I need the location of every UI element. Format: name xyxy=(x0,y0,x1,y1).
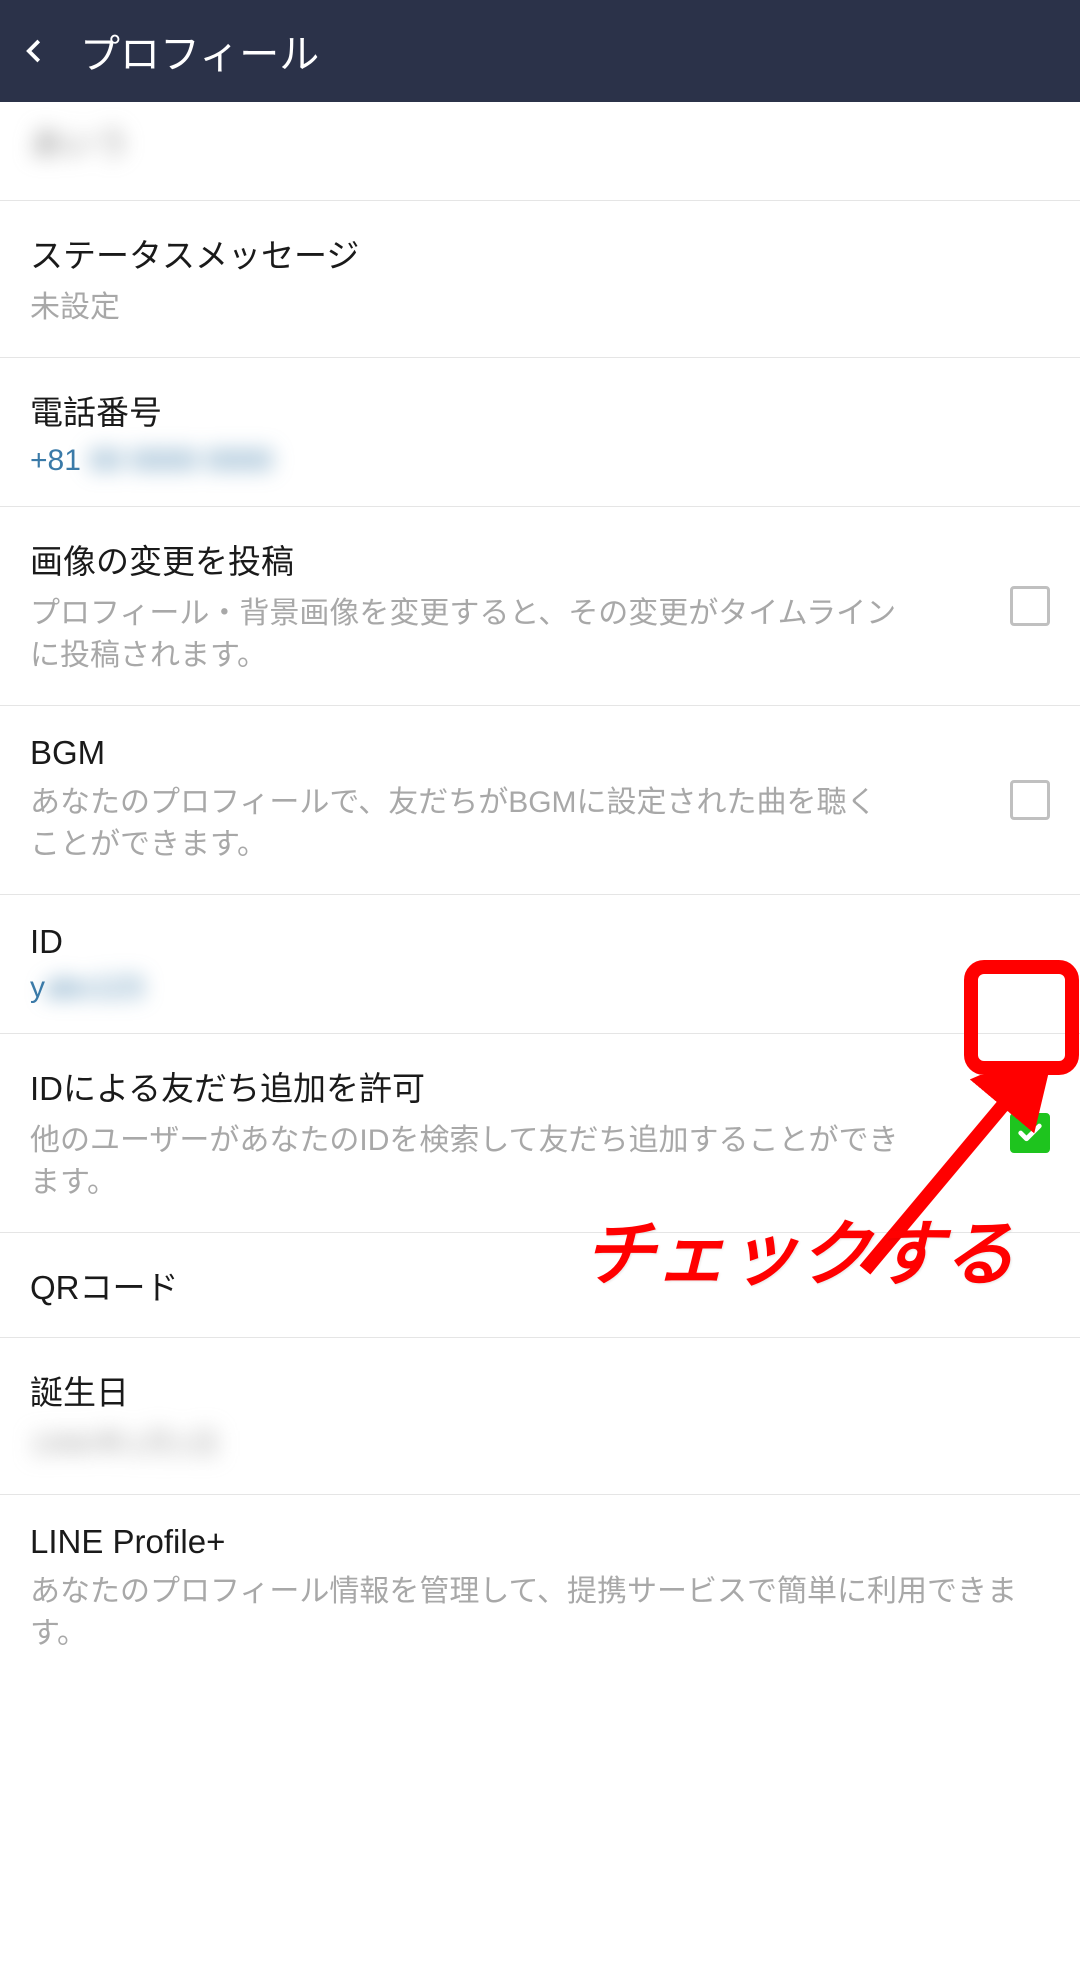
post-image-checkbox[interactable] xyxy=(1010,586,1050,626)
page-title: プロフィール xyxy=(80,22,319,80)
phone-title: 電話番号 xyxy=(30,386,1050,434)
bgm-checkbox[interactable] xyxy=(1010,780,1050,820)
post-image-title: 画像の変更を投稿 xyxy=(30,535,980,583)
bgm-row[interactable]: BGM あなたのプロフィールで、友だちがBGMに設定された曲を聴くことができます… xyxy=(0,706,1080,895)
profile-plus-title: LINE Profile+ xyxy=(30,1523,1050,1561)
blurred-phone: 00 0000 0000 xyxy=(89,444,273,478)
allow-add-checkbox[interactable] xyxy=(1010,1113,1050,1153)
allow-add-subtitle: 他のユーザーがあなたのIDを検索して友だち追加することができます。 xyxy=(30,1120,980,1204)
profile-plus-row[interactable]: LINE Profile+ あなたのプロフィール情報を管理して、提携サービスで簡… xyxy=(0,1495,1080,1683)
id-value: yabc123 xyxy=(30,971,1050,1005)
back-icon[interactable] xyxy=(20,36,50,66)
birthday-value: 1990年1月1日 xyxy=(30,1424,1050,1466)
phone-value: +81 00 0000 0000 xyxy=(30,444,1050,478)
birthday-title: 誕生日 xyxy=(30,1366,1050,1414)
allow-add-title: IDによる友だち追加を許可 xyxy=(30,1062,980,1110)
status-message-row[interactable]: ステータスメッセージ 未設定 xyxy=(0,201,1080,358)
post-image-row[interactable]: 画像の変更を投稿 プロフィール・背景画像を変更すると、その変更がタイムラインに投… xyxy=(0,507,1080,706)
header: プロフィール xyxy=(0,0,1080,102)
bgm-subtitle: あなたのプロフィールで、友だちがBGMに設定された曲を聴くことができます。 xyxy=(30,782,980,866)
phone-row[interactable]: 電話番号 +81 00 0000 0000 xyxy=(0,358,1080,507)
id-title: ID xyxy=(30,923,1050,961)
id-row[interactable]: ID yabc123 xyxy=(0,895,1080,1034)
allow-add-row[interactable]: IDによる友だち追加を許可 他のユーザーがあなたのIDを検索して友だち追加するこ… xyxy=(0,1034,1080,1233)
birthday-row[interactable]: 誕生日 1990年1月1日 xyxy=(0,1338,1080,1495)
profile-plus-subtitle: あなたのプロフィール情報を管理して、提携サービスで簡単に利用できます。 xyxy=(30,1571,1050,1655)
status-message-subtitle: 未設定 xyxy=(30,287,1050,329)
blurred-name: あいう xyxy=(30,117,129,165)
post-image-subtitle: プロフィール・背景画像を変更すると、その変更がタイムラインに投稿されます。 xyxy=(30,593,980,677)
name-row[interactable]: あいう xyxy=(0,102,1080,201)
blurred-birthday: 1990年1月1日 xyxy=(30,1424,220,1466)
qr-row[interactable]: QRコード xyxy=(0,1233,1080,1338)
name-value: あいう xyxy=(30,117,1050,165)
qr-title: QRコード xyxy=(30,1261,1050,1309)
bgm-title: BGM xyxy=(30,734,980,772)
blurred-id: abc123 xyxy=(45,971,143,1005)
status-message-title: ステータスメッセージ xyxy=(30,229,1050,277)
